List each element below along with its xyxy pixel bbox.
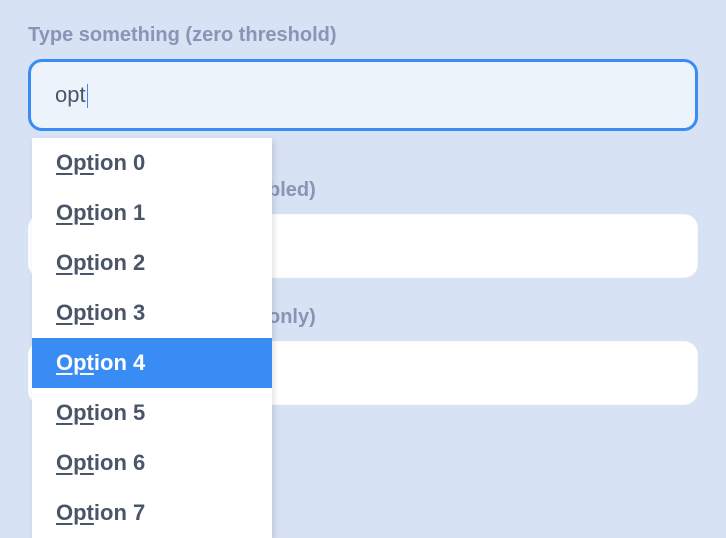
dropdown-option-3[interactable]: Option 3 — [32, 288, 272, 338]
dropdown-option-4[interactable]: Option 4 — [32, 338, 272, 388]
option-rest: ion 5 — [94, 400, 145, 425]
option-rest: ion 2 — [94, 250, 145, 275]
dropdown-option-0[interactable]: Option 0 — [32, 138, 272, 188]
match-text: Opt — [56, 450, 94, 475]
match-text: Opt — [56, 200, 94, 225]
dropdown-option-1[interactable]: Option 1 — [32, 188, 272, 238]
autocomplete-dropdown: Option 0 Option 1 Option 2 Option 3 Opti… — [32, 138, 272, 538]
match-text: Opt — [56, 400, 94, 425]
input-text: opt — [55, 82, 86, 107]
autocomplete-input[interactable]: opt — [28, 59, 698, 131]
dropdown-option-2[interactable]: Option 2 — [32, 238, 272, 288]
option-rest: ion 3 — [94, 300, 145, 325]
match-text: Opt — [56, 250, 94, 275]
field-label: Type something (zero threshold) — [28, 24, 698, 47]
dropdown-option-5[interactable]: Option 5 — [32, 388, 272, 438]
dropdown-option-7[interactable]: Option 7 — [32, 488, 272, 538]
dropdown-option-6[interactable]: Option 6 — [32, 438, 272, 488]
option-rest: ion 0 — [94, 150, 145, 175]
text-caret — [87, 84, 88, 108]
option-rest: ion 7 — [94, 500, 145, 525]
match-text: Opt — [56, 350, 94, 375]
match-text: Opt — [56, 300, 94, 325]
match-text: Opt — [56, 150, 94, 175]
option-rest: ion 4 — [94, 350, 145, 375]
autocomplete-field-zero-threshold: Type something (zero threshold) opt Opti… — [28, 24, 698, 131]
match-text: Opt — [56, 500, 94, 525]
option-rest: ion 1 — [94, 200, 145, 225]
option-rest: ion 6 — [94, 450, 145, 475]
